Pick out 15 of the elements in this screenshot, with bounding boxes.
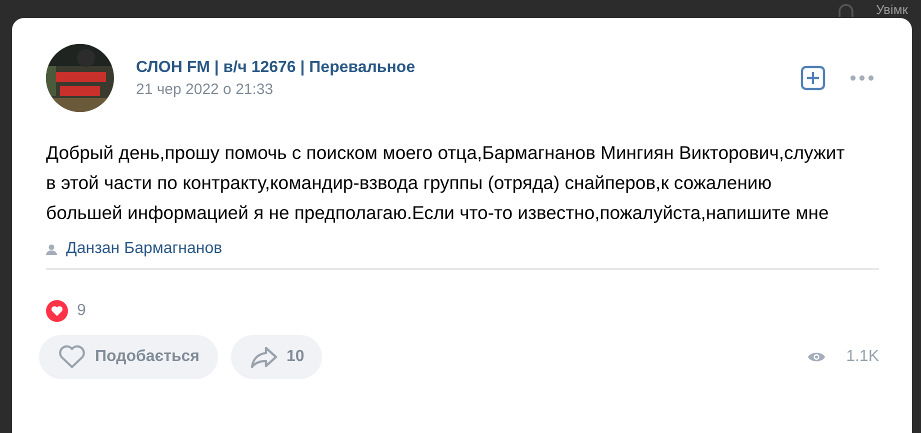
notification-label[interactable]: Увімк: [876, 2, 908, 17]
post-text: Добрый день,прошу помочь с поиском моего отца,Бармагнанов Мингиян Викторович,служит в этой части по контракту,командир-взвода группы (отряда) снайперов,к сожалению большей информацией я не предполагаю.Если что-то известно,пожалуйста,напишите мне: [46, 141, 846, 225]
like-button[interactable]: Подобається: [39, 335, 218, 379]
add-icon[interactable]: [800, 65, 826, 91]
signer-link[interactable]: Данзан Бармагнанов: [66, 240, 222, 258]
author-name-link[interactable]: СЛОН FM | в/ч 12676 | Перевальное: [136, 58, 800, 76]
share-button[interactable]: 10: [230, 335, 322, 379]
views-count: 1.1K: [846, 348, 879, 366]
heart-icon: [58, 345, 86, 369]
eye-icon: [807, 350, 826, 364]
post-date[interactable]: 21 чер 2022 о 21:33: [136, 80, 800, 98]
person-icon: [46, 244, 57, 254]
share-icon: [250, 345, 278, 369]
more-icon[interactable]: [850, 75, 874, 81]
reactions-count: 9: [77, 302, 86, 320]
